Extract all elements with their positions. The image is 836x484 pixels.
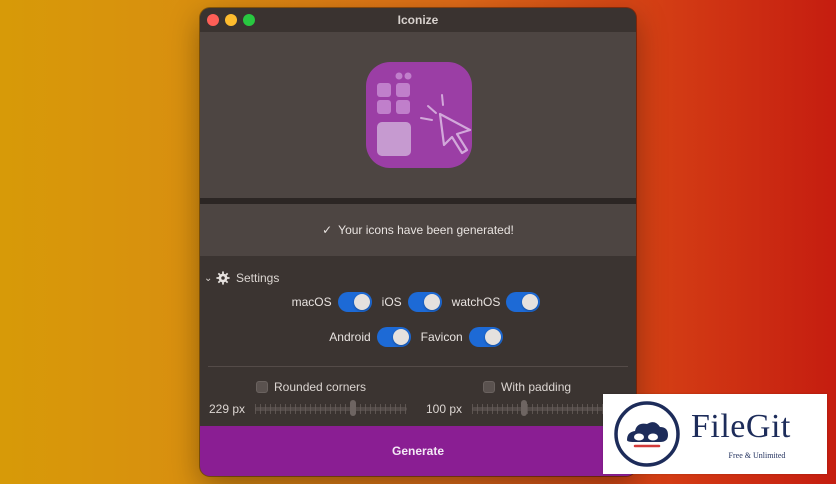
favicon-toggle[interactable] xyxy=(468,327,503,347)
padding-slider[interactable] xyxy=(472,400,606,416)
platform-toggles-row-1: macOS iOS watchOS xyxy=(200,291,636,313)
android-label: Android xyxy=(329,330,371,344)
padding-value: 100 px xyxy=(426,402,463,416)
filegit-brand: FileGit xyxy=(691,408,791,445)
filegit-tagline: Free & Unlimited xyxy=(691,451,823,460)
settings-panel: ⌄ Settings macOS iOS watchOS Android Fav… xyxy=(200,256,636,426)
divider xyxy=(208,366,628,367)
watchos-label: watchOS xyxy=(451,295,501,309)
corner-radius-slider-thumb[interactable] xyxy=(349,400,356,416)
corner-radius-control: 229 px xyxy=(209,400,407,416)
filegit-logo-icon xyxy=(614,401,680,467)
padding-slider-thumb[interactable] xyxy=(520,400,527,416)
filegit-watermark: FileGit Free & Unlimited xyxy=(603,394,827,474)
title-bar: Iconize xyxy=(200,8,636,32)
watchos-toggle[interactable] xyxy=(506,292,541,312)
checkmark-icon: ✓ xyxy=(322,223,333,237)
status-message: ✓ Your icons have been generated! xyxy=(200,204,636,256)
android-toggle[interactable] xyxy=(376,327,411,347)
macos-label: macOS xyxy=(291,295,332,309)
with-padding-box[interactable] xyxy=(483,381,495,393)
rounded-corners-checkbox[interactable]: Rounded corners xyxy=(256,380,366,394)
padding-control: 100 px xyxy=(426,400,606,416)
ios-label: iOS xyxy=(381,295,402,309)
with-padding-checkbox[interactable]: With padding xyxy=(483,380,571,394)
corner-radius-value: 229 px xyxy=(209,402,246,416)
generate-button[interactable]: Generate xyxy=(200,426,636,476)
settings-disclosure[interactable]: ⌄ Settings xyxy=(204,270,279,286)
platform-toggles-row-2: Android Favicon xyxy=(200,326,636,348)
macos-toggle[interactable] xyxy=(337,292,372,312)
favicon-label: Favicon xyxy=(420,330,463,344)
chevron-down-icon[interactable]: ⌄ xyxy=(204,273,214,284)
status-text: Your icons have been generated! xyxy=(338,223,514,237)
gear-icon xyxy=(216,271,230,285)
rounded-corners-label: Rounded corners xyxy=(274,380,367,394)
settings-label: Settings xyxy=(236,271,280,285)
ios-toggle[interactable] xyxy=(407,292,442,312)
corner-radius-slider[interactable] xyxy=(255,400,407,416)
icon-drop-area[interactable] xyxy=(200,32,636,198)
with-padding-label: With padding xyxy=(501,380,572,394)
rounded-corners-box[interactable] xyxy=(256,381,268,393)
window-title: Iconize xyxy=(397,13,439,27)
app-window: Iconize ✓ Your icons have been generated… xyxy=(200,8,636,476)
app-icon-preview xyxy=(366,62,472,168)
